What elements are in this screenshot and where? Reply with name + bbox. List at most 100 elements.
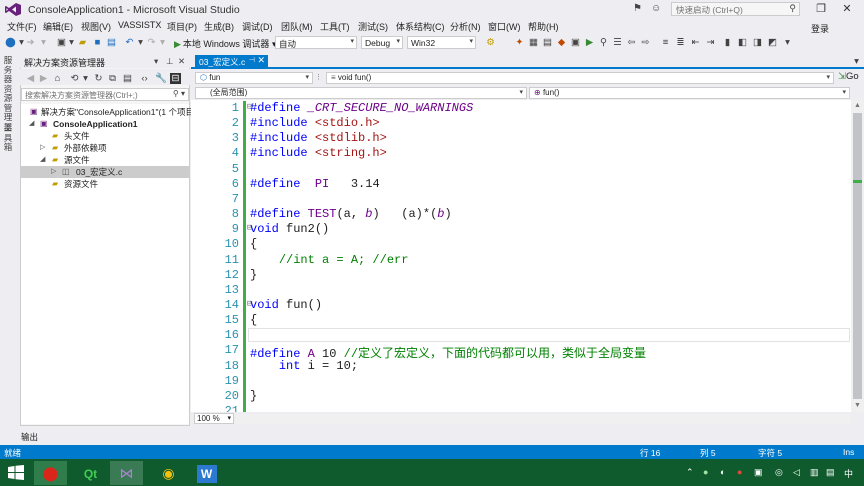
- menu-help[interactable]: 帮助(H): [528, 20, 559, 33]
- windows-start-icon[interactable]: [8, 465, 24, 480]
- tree-item-project[interactable]: ◢ ▣ ConsoleApplication1: [21, 118, 189, 130]
- platform-select[interactable]: Win32 ▾: [407, 36, 476, 49]
- va-symbol-icon[interactable]: ◆: [556, 37, 567, 48]
- va-outline-icon[interactable]: ▦: [528, 37, 539, 48]
- menu-architecture[interactable]: 体系结构(C): [396, 20, 445, 33]
- redo-dropdown-icon[interactable]: ▾: [157, 37, 168, 48]
- toolbar-options-icon[interactable]: ▾: [782, 37, 793, 48]
- taskbar-visual-studio[interactable]: ⋈: [110, 461, 143, 485]
- tray-chevron-icon[interactable]: ⌃: [686, 467, 694, 478]
- tab-list-dropdown-icon[interactable]: ▾: [851, 56, 862, 67]
- context-select[interactable]: ⬡ fun ▾: [195, 72, 313, 84]
- tree-item-external-deps[interactable]: ▷ ▰ 外部依赖项: [21, 142, 189, 154]
- tree-item-header-files[interactable]: ▰ 头文件: [21, 130, 189, 142]
- va-refactor-icon[interactable]: ▣: [570, 37, 581, 48]
- horizontal-scrollbar[interactable]: [236, 414, 851, 424]
- taskbar-qt-app[interactable]: Qt: [74, 461, 107, 485]
- tray-app-icon[interactable]: ●: [703, 467, 708, 477]
- uncomment-lines-icon[interactable]: ≣: [675, 37, 686, 48]
- next-bookmark-icon[interactable]: ◨: [752, 37, 763, 48]
- va-tool-icon[interactable]: ✦: [514, 37, 525, 48]
- prev-bookmark-icon[interactable]: ◧: [737, 37, 748, 48]
- pin-tab-icon[interactable]: ⊣: [249, 56, 255, 64]
- menu-test[interactable]: 测试(S): [358, 20, 388, 33]
- notification-flag-icon[interactable]: ⚑: [633, 3, 642, 14]
- menu-debug[interactable]: 调试(D): [242, 20, 273, 33]
- tree-item-solution[interactable]: ▣ 解决方案"ConsoleApplication1"(1 个项目): [21, 106, 197, 118]
- solution-search-input[interactable]: 搜索解决方案资源管理器(Ctrl+;) ⚲ ▾: [21, 88, 189, 101]
- save-all-icon[interactable]: ▤: [106, 37, 117, 48]
- quick-launch-input[interactable]: 快速启动 (Ctrl+Q) ⚲: [671, 2, 800, 16]
- tray-app-icon[interactable]: ●: [737, 467, 742, 477]
- outdent-icon[interactable]: ⇤: [690, 37, 701, 48]
- properties-icon[interactable]: 🔧: [155, 73, 167, 84]
- sync-dropdown-icon[interactable]: ▾: [80, 73, 91, 84]
- indent-icon[interactable]: ⇥: [705, 37, 716, 48]
- server-explorer-tab[interactable]: 服务器资源管理器: [3, 55, 13, 132]
- menu-tools[interactable]: 工具(T): [320, 20, 350, 33]
- action-center-icon[interactable]: ▤: [826, 467, 835, 478]
- va-goto-icon[interactable]: ▶: [584, 37, 595, 48]
- toolbox-tab[interactable]: 工具箱: [3, 123, 13, 153]
- panel-dropdown-icon[interactable]: ▾: [154, 56, 158, 67]
- back-icon[interactable]: ⬤: [5, 37, 16, 48]
- solution-config-auto-select[interactable]: 自动 ▾: [275, 36, 357, 49]
- restore-button[interactable]: ❐: [809, 1, 833, 17]
- new-dropdown-icon[interactable]: ▾: [66, 37, 77, 48]
- clear-bookmarks-icon[interactable]: ◩: [767, 37, 778, 48]
- output-tab[interactable]: 输出: [21, 431, 38, 443]
- va-open-file-icon[interactable]: ▤: [542, 37, 553, 48]
- menu-team[interactable]: 团队(M): [281, 20, 313, 33]
- tray-app-icon[interactable]: ◐: [720, 467, 725, 477]
- tray-app-icon[interactable]: ◎: [775, 467, 783, 478]
- volume-icon[interactable]: ◁: [793, 467, 800, 478]
- scope-select[interactable]: (全局范围) ▾: [195, 87, 527, 99]
- menu-file[interactable]: 文件(F): [7, 20, 37, 33]
- bookmark-icon[interactable]: ▮: [722, 37, 733, 48]
- va-back-icon[interactable]: ⇦: [626, 37, 637, 48]
- redo-icon[interactable]: ↷: [146, 37, 157, 48]
- start-debugging-button[interactable]: ▶ 本地 Windows 调试器 ▾: [174, 37, 276, 50]
- va-find-refs-icon[interactable]: ⚲: [598, 37, 609, 48]
- undo-icon[interactable]: ↶: [124, 37, 135, 48]
- network-icon[interactable]: ▥: [810, 467, 819, 478]
- menu-analyze[interactable]: 分析(N): [450, 20, 481, 33]
- save-icon[interactable]: ■: [92, 37, 103, 48]
- taskbar-record-app[interactable]: ⬤: [34, 461, 67, 485]
- find-in-files-icon[interactable]: ⚙: [485, 37, 496, 48]
- configuration-select[interactable]: Debug ▾: [361, 36, 403, 49]
- comment-lines-icon[interactable]: ≡: [660, 37, 671, 48]
- se-forward-icon[interactable]: ▶: [38, 73, 49, 84]
- preview-selected-icon[interactable]: ⊟: [170, 73, 181, 84]
- panel-close-icon[interactable]: ✕: [178, 56, 185, 67]
- taskbar-word[interactable]: W: [190, 461, 223, 485]
- zoom-select[interactable]: 100 % ▾: [194, 413, 234, 424]
- tree-item-source-file[interactable]: ▷ ◫ 03_宏定义.c: [21, 166, 189, 178]
- taskbar-chrome[interactable]: ◉: [152, 461, 185, 485]
- menu-view[interactable]: 视图(V): [81, 20, 111, 33]
- va-list-icon[interactable]: ☰: [612, 37, 623, 48]
- forward-dropdown-icon[interactable]: ▾: [38, 37, 49, 48]
- pin-icon[interactable]: ⊥: [166, 56, 173, 67]
- tray-app-icon[interactable]: ▣: [754, 467, 763, 478]
- open-file-icon[interactable]: ▰: [77, 37, 88, 48]
- document-tab[interactable]: 03_宏定义.c ⊣ ✕: [195, 55, 268, 68]
- menu-project[interactable]: 项目(P): [167, 20, 197, 33]
- forward-icon[interactable]: ➜: [25, 37, 36, 48]
- scroll-up-icon[interactable]: ▲: [854, 102, 861, 109]
- close-button[interactable]: ✕: [835, 1, 859, 17]
- refresh-icon[interactable]: ↻: [93, 73, 104, 84]
- menu-vassistx[interactable]: VASSISTX: [118, 20, 161, 30]
- scrollbar-thumb[interactable]: [853, 113, 862, 399]
- definition-select[interactable]: ≡ void fun() ▾: [326, 72, 834, 84]
- menu-edit[interactable]: 编辑(E): [43, 20, 73, 33]
- menu-window[interactable]: 窗口(W): [488, 20, 521, 33]
- se-back-icon[interactable]: ◀: [25, 73, 36, 84]
- feedback-icon[interactable]: ☺: [651, 3, 661, 14]
- ime-icon[interactable]: 中: [844, 467, 853, 480]
- view-code-icon[interactable]: ‹›: [139, 73, 150, 84]
- member-select[interactable]: ⊕ fun() ▾: [529, 87, 850, 99]
- sync-icon[interactable]: ⟲: [69, 73, 80, 84]
- tree-item-resource-files[interactable]: ▰ 资源文件: [21, 178, 189, 190]
- undo-dropdown-icon[interactable]: ▾: [135, 37, 146, 48]
